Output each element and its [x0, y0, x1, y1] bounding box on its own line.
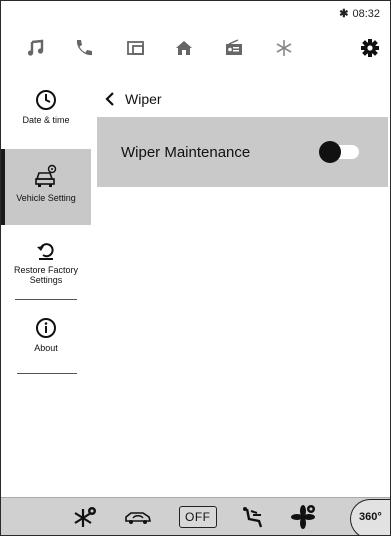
seat-airflow-icon[interactable] [241, 504, 267, 530]
sidebar-divider [17, 373, 77, 374]
chevron-left-icon[interactable] [105, 91, 115, 107]
sidebar-divider [15, 299, 77, 300]
music-note-icon[interactable] [19, 31, 53, 65]
bluetooth-icon: ✱ [339, 8, 349, 20]
sidebar-item-date-time[interactable]: Date & time [1, 89, 91, 131]
phone-icon[interactable] [67, 31, 101, 65]
sidebar-item-label: Restore Factory Settings [13, 265, 79, 285]
top-nav-bar [1, 31, 390, 65]
camera-360-button[interactable]: 360° [350, 499, 390, 535]
sidebar-item-label: Vehicle Setting [16, 193, 76, 203]
screen-frame: ✱ 08:32 Date & time Vehicle Setting Rest… [0, 0, 391, 536]
page-header: Wiper [105, 89, 162, 109]
restore-icon [37, 243, 54, 260]
clock-icon [36, 90, 56, 110]
toggle-knob [319, 141, 341, 163]
sidebar-item-about[interactable]: About [1, 317, 91, 357]
snowflake-fan-icon[interactable] [73, 504, 97, 530]
setting-row-wiper-maintenance: Wiper Maintenance [97, 117, 388, 187]
folder-icon[interactable] [119, 31, 153, 65]
status-bar: ✱ 08:32 [339, 7, 380, 20]
car-recirculation-icon[interactable] [123, 504, 153, 530]
page-title: Wiper [125, 91, 162, 107]
gear-icon[interactable] [353, 31, 387, 65]
bottom-climate-bar: OFF [1, 497, 390, 535]
clock-time: 08:32 [352, 8, 380, 20]
sidebar-item-label: About [34, 343, 58, 353]
snowflake-icon[interactable] [267, 31, 301, 65]
wiper-maintenance-toggle[interactable] [319, 141, 361, 163]
info-icon [36, 318, 56, 338]
sidebar-item-restore-factory-settings[interactable]: Restore Factory Settings [1, 241, 91, 293]
home-icon[interactable] [167, 31, 201, 65]
climate-off-button[interactable]: OFF [179, 504, 217, 530]
sidebar-item-label: Date & time [22, 115, 70, 125]
setting-label: Wiper Maintenance [121, 144, 251, 161]
car-settings-icon [35, 164, 57, 187]
fan-icon[interactable] [291, 504, 317, 530]
sidebar-item-vehicle-setting[interactable]: Vehicle Setting [1, 149, 91, 225]
radio-icon[interactable] [217, 31, 251, 65]
